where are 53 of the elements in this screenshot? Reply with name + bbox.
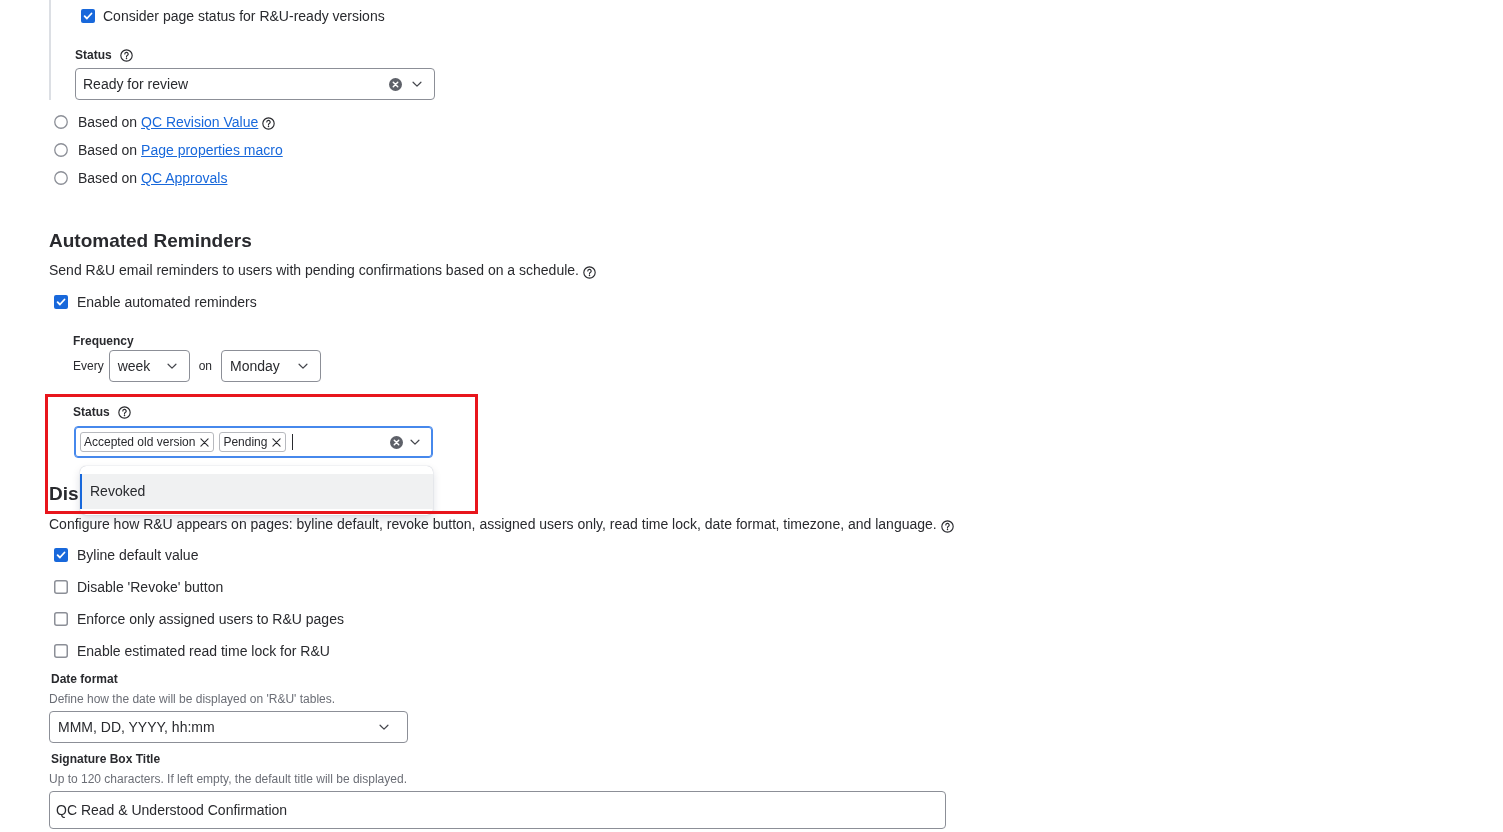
status-tag[interactable]: Accepted old version	[80, 432, 215, 452]
frequency-text: Every	[73, 359, 104, 373]
period-select[interactable]: week	[108, 350, 190, 382]
field-label: Signature Box Title	[51, 751, 161, 767]
checkbox-label: Enforce only assigned users to R&U pages	[77, 610, 344, 629]
checkbox[interactable]	[81, 9, 95, 23]
radio-button[interactable]	[54, 171, 68, 185]
help-icon[interactable]	[262, 116, 276, 130]
section-heading: Automated Reminders	[49, 229, 252, 253]
help-icon[interactable]	[582, 265, 596, 279]
radio-button[interactable]	[54, 115, 68, 129]
day-select[interactable]: Monday	[221, 350, 322, 382]
checkbox[interactable]	[54, 548, 68, 562]
checkbox[interactable]	[54, 644, 68, 658]
status-tag[interactable]: Pending	[219, 432, 287, 452]
checkbox-label: Enable automated reminders	[77, 293, 257, 312]
remove-icon[interactable]	[200, 437, 210, 447]
checkbox[interactable]	[54, 580, 68, 594]
field-label: Status	[73, 404, 110, 420]
radio-label: Based on Page properties macro	[78, 142, 283, 158]
dropdown-option[interactable]: Revoked	[80, 474, 433, 509]
radio-label: Based on QC Revision Value	[78, 114, 259, 130]
link[interactable]: Page properties macro	[141, 142, 283, 158]
clear-icon[interactable]	[390, 435, 403, 449]
radio-button[interactable]	[54, 143, 68, 157]
help-icon[interactable]	[940, 519, 954, 533]
field-label: Status	[75, 47, 112, 63]
status-select[interactable]: Ready for review	[75, 68, 435, 100]
link[interactable]: QC Revision Value	[141, 114, 259, 130]
field-label: Date format	[51, 671, 118, 687]
section-description: Configure how R&U appears on pages: byline default, revoke button, assigned users only, read time lock, date format, timezone, and language.	[49, 515, 937, 534]
section-description: Send R&U email reminders to users with pending confirmations based on a schedule.	[49, 261, 579, 280]
checkbox-label: Disable 'Revoke' button	[77, 578, 224, 597]
checkbox-label: Byline default value	[77, 546, 199, 565]
frequency-text: on	[198, 359, 213, 373]
date-format-select[interactable]: MMM, DD, YYYY, hh:mm	[49, 711, 408, 743]
field-hint: Up to 120 characters. If left empty, the default title will be displayed.	[49, 771, 407, 787]
help-icon[interactable]	[117, 405, 131, 419]
status-multiselect[interactable]: Accepted old version Pending	[74, 426, 433, 458]
clear-icon[interactable]	[389, 77, 402, 91]
help-icon[interactable]	[119, 48, 133, 62]
checkbox[interactable]	[54, 295, 68, 309]
text-cursor	[292, 434, 294, 450]
field-label: Frequency	[73, 333, 134, 349]
checkbox[interactable]	[54, 612, 68, 626]
section-heading: Dis	[49, 482, 79, 506]
link[interactable]: QC Approvals	[141, 170, 228, 186]
remove-icon[interactable]	[272, 437, 282, 447]
radio-label: Based on QC Approvals	[78, 170, 228, 186]
checkbox-label: Enable estimated read time lock for R&U	[77, 642, 330, 661]
signature-title-input[interactable]: QC Read & Understood Confirmation	[49, 791, 946, 829]
checkbox-label: Consider page status for R&U-ready versions	[103, 7, 385, 26]
field-hint: Define how the date will be displayed on 'R&U' tables.	[49, 691, 336, 707]
